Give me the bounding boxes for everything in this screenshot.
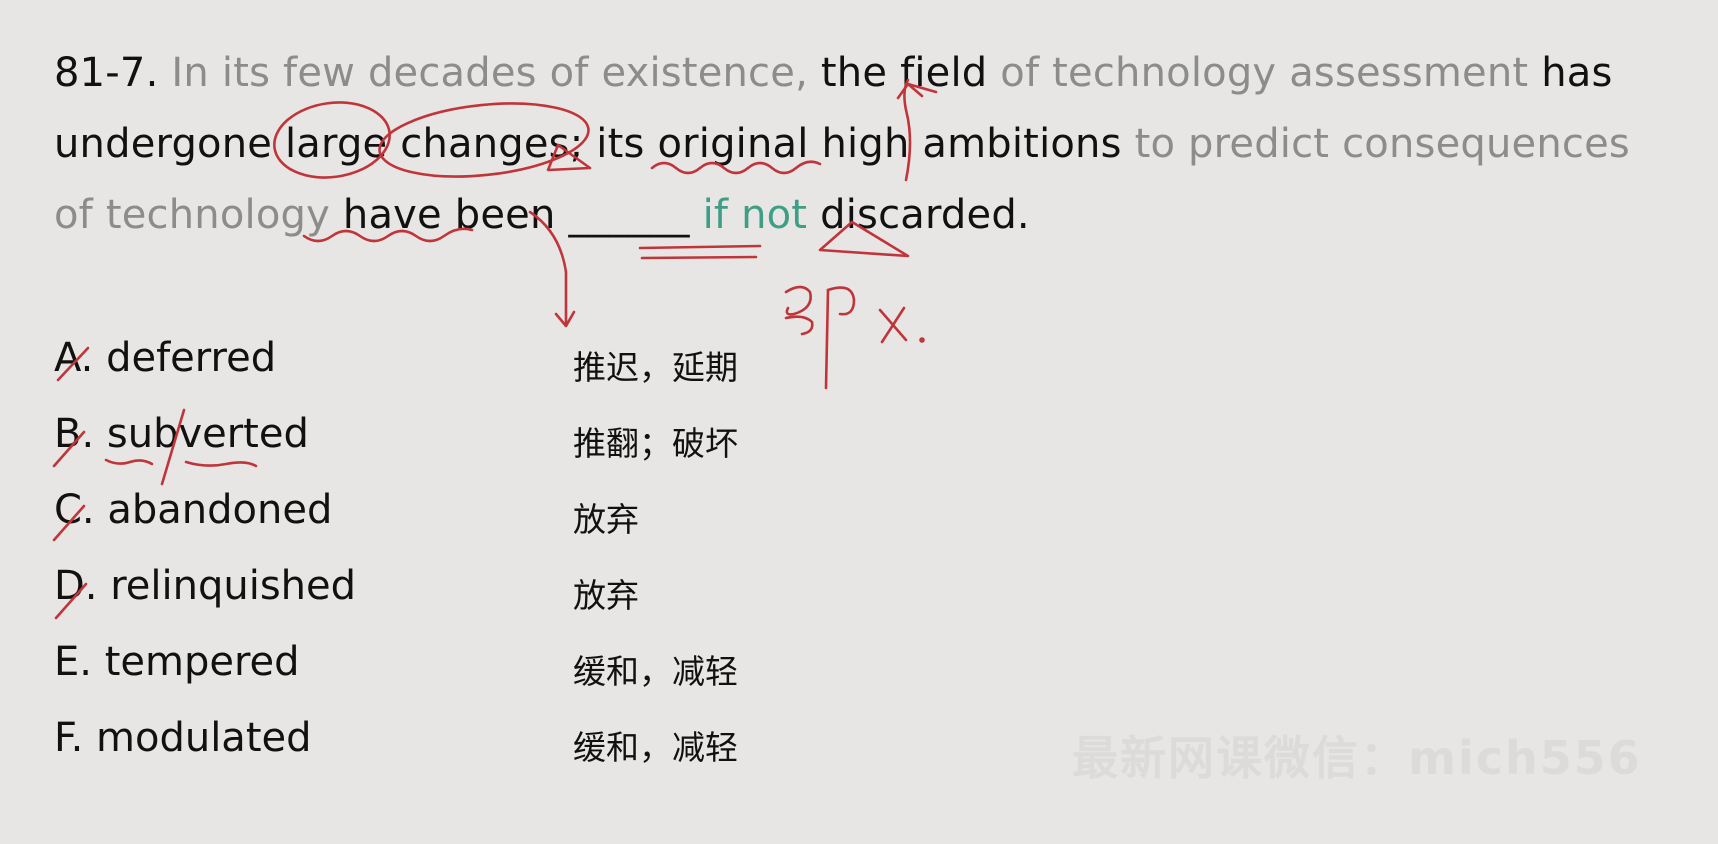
question-fragment-subject: the field xyxy=(820,50,988,96)
question-text: 81-7. In its few decades of existence, t… xyxy=(54,38,1674,251)
double-underline-bottom xyxy=(640,255,758,260)
option-letter: C. xyxy=(54,487,95,533)
handwritten-ji-left-top xyxy=(784,285,812,316)
question-fragment-modifier: of technology assessment xyxy=(1000,50,1529,96)
option-word: tempered xyxy=(104,639,300,685)
arrow-head-blank xyxy=(554,310,576,328)
handwritten-ji-right-hook xyxy=(826,286,856,316)
question-fragment-clue: if not xyxy=(702,192,808,238)
option-b[interactable]: B. subverted 推翻；破坏 xyxy=(54,411,954,471)
watermark: 最新网课微信：mich556 xyxy=(1072,731,1642,785)
answer-blank: ______ xyxy=(568,192,690,238)
option-meaning: 推翻；破坏 xyxy=(573,424,738,463)
option-letter: F. xyxy=(54,715,84,761)
option-meaning: 放弃 xyxy=(573,500,639,539)
option-d[interactable]: D. relinquished 放弃 xyxy=(54,563,954,623)
option-word: deferred xyxy=(106,335,277,381)
handwritten-ji-left-bottom xyxy=(784,315,814,336)
option-meaning: 缓和，减轻 xyxy=(573,652,738,691)
option-e[interactable]: E. tempered 缓和，减轻 xyxy=(54,639,954,699)
question-fragment-end: discarded. xyxy=(820,192,1030,238)
option-letter: D. xyxy=(54,563,98,609)
question-number: 81-7. xyxy=(54,50,159,96)
option-word: abandoned xyxy=(107,487,333,533)
question-fragment-context: In its few decades of existence, xyxy=(171,50,808,96)
option-letter: E. xyxy=(54,639,92,685)
option-letter: A. xyxy=(54,335,94,381)
option-f[interactable]: F. modulated 缓和，减轻 xyxy=(54,715,954,775)
option-letter: B. xyxy=(54,411,95,457)
option-a[interactable]: A. deferred 推迟，延期 xyxy=(54,335,954,395)
option-word: modulated xyxy=(96,715,312,761)
option-meaning: 缓和，减轻 xyxy=(573,728,738,767)
option-word: subverted xyxy=(106,411,309,457)
option-word: relinquished xyxy=(110,563,357,609)
question-fragment-verb: have been xyxy=(342,192,556,238)
option-meaning: 推迟，延期 xyxy=(573,348,738,387)
option-c[interactable]: C. abandoned 放弃 xyxy=(54,487,954,547)
option-meaning: 放弃 xyxy=(573,576,639,615)
